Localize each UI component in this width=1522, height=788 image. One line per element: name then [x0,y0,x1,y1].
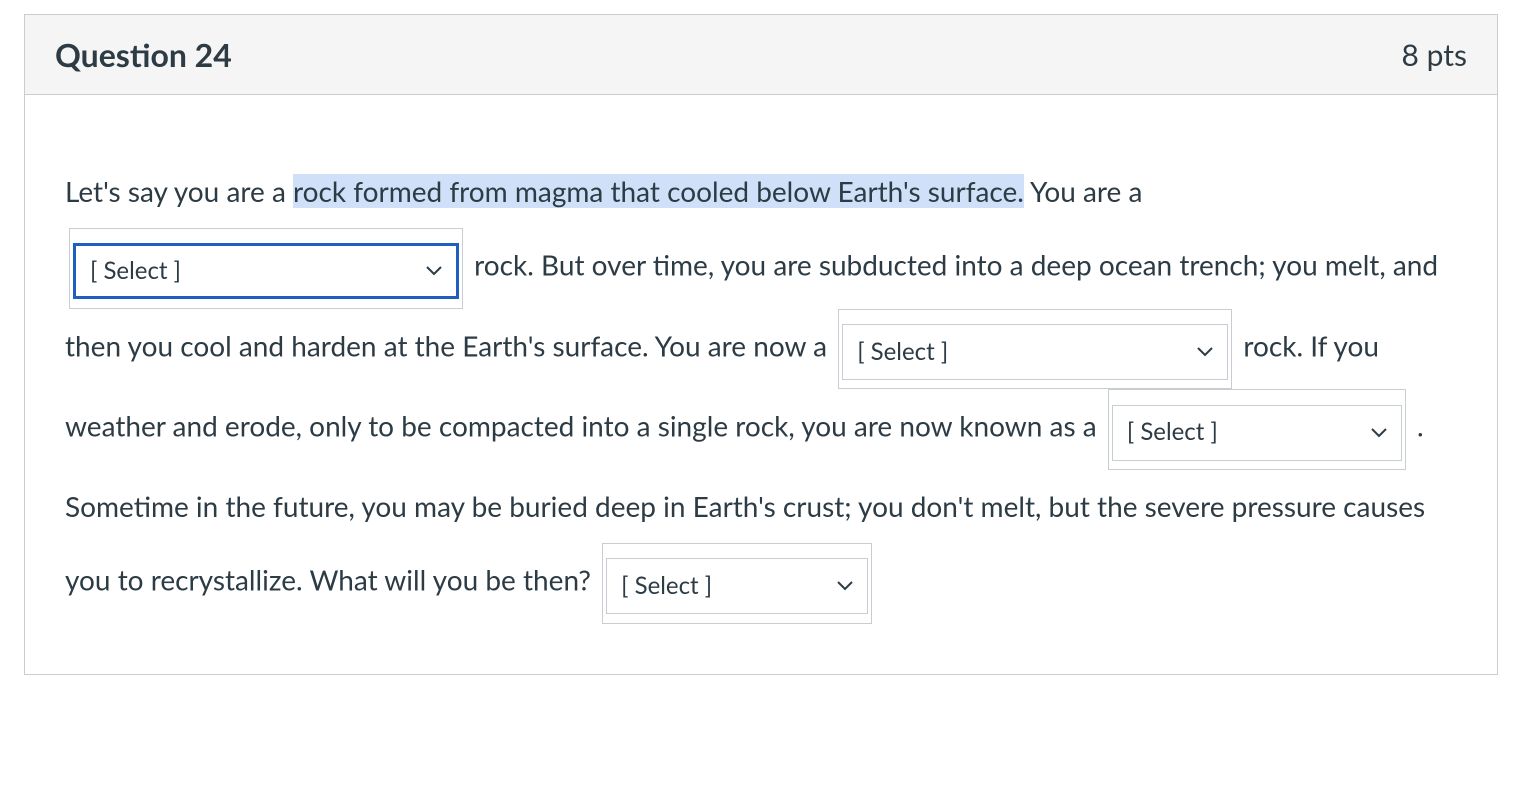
dropdown-1[interactable]: [ Select ] [73,243,459,299]
question-body: Let's say you are a rock formed from mag… [25,95,1497,674]
dropdown-4[interactable]: [ Select ] [606,558,868,614]
question-title: Question 24 [55,35,232,74]
question-text-2: You are a [1024,174,1143,208]
dropdown-3-label: [ Select ] [1127,401,1218,463]
dropdown-2[interactable]: [ Select ] [842,324,1228,380]
chevron-down-icon [1371,428,1387,438]
dropdown-4-label: [ Select ] [621,555,712,617]
chevron-down-icon [426,266,442,276]
question-text-1: Let's say you are a [65,174,293,208]
chevron-down-icon [1197,347,1213,357]
question-header: Question 24 8 pts [25,15,1497,95]
dropdown-1-label: [ Select ] [90,240,181,302]
question-card: Question 24 8 pts Let's say you are a ro… [24,14,1498,675]
dropdown-3[interactable]: [ Select ] [1112,405,1402,461]
chevron-down-icon [837,581,853,591]
highlighted-text: rock formed from magma that cooled below… [293,174,1024,208]
question-points: 8 pts [1402,37,1467,73]
dropdown-2-label: [ Select ] [857,321,948,383]
